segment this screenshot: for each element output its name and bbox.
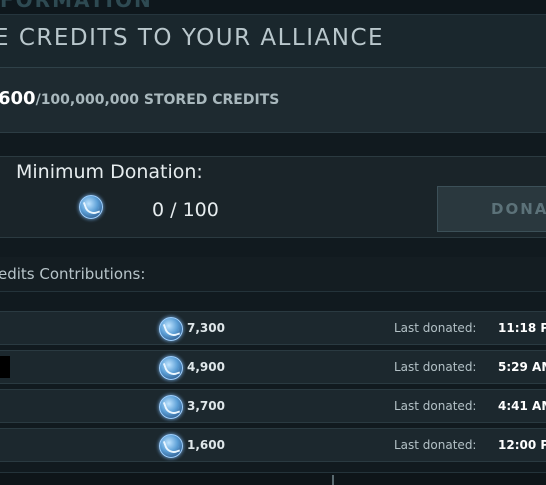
redacted-name: [0, 356, 10, 378]
credit-coin-icon: [159, 317, 183, 341]
table-row[interactable]: 4,900 Last donated: 5:29 AM: [0, 350, 546, 384]
bottom-bar: [0, 472, 546, 485]
stored-credits-current: 600: [0, 88, 36, 109]
last-donated-time: 5:29 AM: [498, 360, 546, 374]
last-donated-label: Last donated:: [394, 438, 477, 452]
contribution-amount: 4,900: [187, 360, 225, 374]
contribution-amount: 3,700: [187, 399, 225, 413]
last-donated-label: Last donated:: [394, 360, 477, 374]
top-ghost-title: FORMATION: [0, 0, 153, 12]
stored-credits-max: /100,000,000: [35, 92, 139, 108]
donate-button[interactable]: DONATE: [437, 186, 546, 232]
last-donated-time: 4:41 AM: [498, 399, 546, 413]
contribution-amount: 1,600: [187, 438, 225, 452]
contributions-list: 7,300 Last donated: 11:18 P 4,900 Last d…: [0, 308, 546, 468]
credit-coin-icon: [159, 356, 183, 380]
credit-coin-icon: [79, 195, 103, 219]
scroll-tick: [332, 475, 334, 485]
stored-credits-row: 600/100,000,000 STORED CREDITS: [0, 68, 546, 133]
contributions-title: edits Contributions:: [0, 265, 146, 283]
last-donated-time: 12:00 P: [498, 438, 546, 452]
table-row[interactable]: 3,700 Last donated: 4:41 AM: [0, 389, 546, 423]
table-row[interactable]: 7,300 Last donated: 11:18 P: [0, 311, 546, 345]
last-donated-label: Last donated:: [394, 399, 477, 413]
minimum-donation-label: Minimum Donation:: [16, 161, 203, 183]
table-row[interactable]: 1,600 Last donated: 12:00 P: [0, 428, 546, 462]
stored-credits-text: 600/100,000,000 STORED CREDITS: [0, 88, 279, 109]
contribution-amount: 7,300: [187, 321, 225, 335]
panel-title: E CREDITS TO YOUR ALLIANCE: [0, 25, 385, 51]
panel-header: E CREDITS TO YOUR ALLIANCE: [0, 15, 546, 68]
alliance-credits-panel: FORMATION E CREDITS TO YOUR ALLIANCE 600…: [0, 0, 546, 485]
top-strip: FORMATION: [0, 0, 546, 15]
stored-credits-label: STORED CREDITS: [139, 92, 280, 108]
credit-coin-icon: [159, 395, 183, 419]
last-donated-time: 11:18 P: [498, 321, 546, 335]
last-donated-label: Last donated:: [394, 321, 477, 335]
donation-amount-input[interactable]: [150, 195, 264, 225]
credit-coin-icon: [159, 434, 183, 458]
